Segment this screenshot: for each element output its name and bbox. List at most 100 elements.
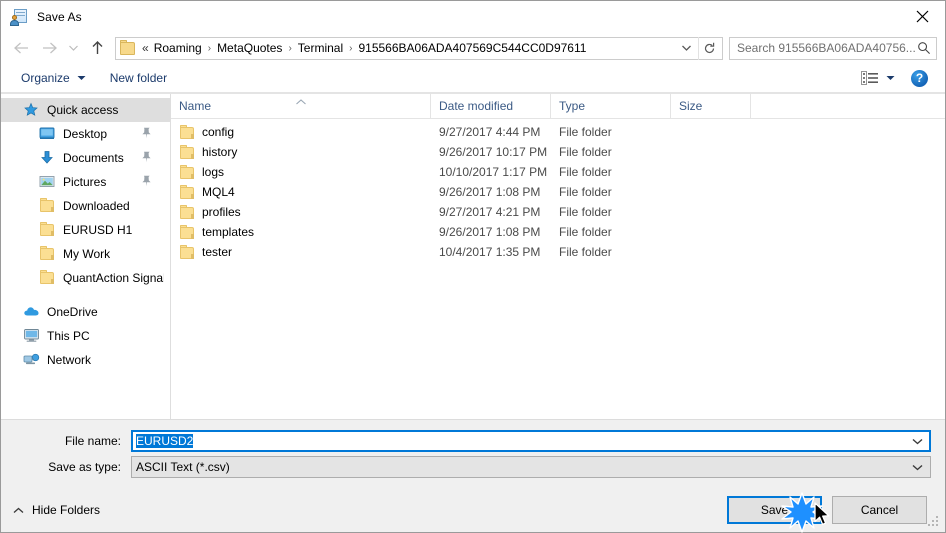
save-as-type-value: ASCII Text (*.csv) [136, 460, 230, 474]
cell-name: logs [171, 164, 431, 180]
column-header-label: Name [179, 99, 212, 113]
sidebar-item-quick-access[interactable]: Quick access [1, 98, 170, 122]
table-row[interactable]: tester 10/4/2017 1:35 PM File folder [171, 242, 945, 262]
pin-icon[interactable] [141, 127, 152, 142]
save-as-dialog: Save As « Roaming › MetaQuotes › Termina… [0, 0, 946, 533]
view-options-icon [861, 71, 878, 85]
table-row[interactable]: history 9/26/2017 10:17 PM File folder [171, 142, 945, 162]
cell-date: 10/4/2017 1:35 PM [439, 245, 541, 259]
sidebar-label: OneDrive [47, 305, 98, 319]
file-name-input[interactable]: EURUSD2 [131, 430, 931, 452]
sidebar-item-onedrive[interactable]: OneDrive [1, 300, 170, 324]
sidebar-label: Desktop [63, 127, 108, 141]
breadcrumb-item-2[interactable]: Terminal [295, 39, 346, 58]
column-header-type[interactable]: Type [551, 94, 671, 118]
table-row[interactable]: templates 9/26/2017 1:08 PM File folder [171, 222, 945, 242]
file-name: MQL4 [202, 185, 235, 199]
cell-type: File folder [559, 245, 612, 259]
organize-button[interactable]: Organize [15, 68, 92, 88]
cell-date: 9/27/2017 4:44 PM [439, 125, 541, 139]
sidebar-item-downloaded[interactable]: Downloaded [1, 194, 170, 218]
folder-icon [39, 246, 56, 262]
table-row[interactable]: logs 10/10/2017 1:17 PM File folder [171, 162, 945, 182]
this-pc-icon [23, 328, 40, 344]
cell-date: 9/26/2017 1:08 PM [439, 185, 541, 199]
file-name: config [202, 125, 235, 139]
file-name: tester [202, 245, 233, 259]
breadcrumb-item-3[interactable]: 915566BA06ADA407569C544CC0D97611 [355, 39, 589, 58]
recent-locations-chevron-icon[interactable] [63, 35, 83, 61]
cell-date: 9/26/2017 1:08 PM [439, 225, 541, 239]
close-button[interactable] [899, 1, 945, 32]
column-header-date-modified[interactable]: Date modified [431, 94, 551, 118]
refresh-icon[interactable] [698, 36, 720, 60]
sidebar-label: QuantAction Signal [63, 271, 164, 285]
sidebar-item-my-work[interactable]: My Work [1, 242, 170, 266]
forward-arrow-icon[interactable] [35, 35, 63, 61]
hide-folders-label: Hide Folders [32, 503, 101, 517]
cancel-button[interactable]: Cancel [832, 496, 927, 524]
documents-icon [39, 150, 56, 166]
cell-date: 9/27/2017 4:21 PM [439, 205, 541, 219]
table-row[interactable]: profiles 9/27/2017 4:21 PM File folder [171, 202, 945, 222]
save-button[interactable]: Save [727, 496, 822, 524]
organize-label: Organize [21, 71, 70, 85]
folder-icon [179, 164, 195, 180]
navigation-bar: « Roaming › MetaQuotes › Terminal › 9155… [1, 32, 945, 64]
back-arrow-icon[interactable] [7, 35, 35, 61]
column-header-label: Type [559, 99, 586, 113]
search-input[interactable]: Search 915566BA06ADA40756... [729, 36, 937, 60]
pin-icon[interactable] [141, 175, 152, 190]
table-row[interactable]: config 9/27/2017 4:44 PM File folder [171, 122, 945, 142]
resize-grip[interactable] [928, 516, 941, 529]
save-as-icon [10, 8, 29, 26]
table-row[interactable]: MQL4 9/26/2017 1:08 PM File folder [171, 182, 945, 202]
network-icon [23, 352, 40, 368]
sidebar-label: Pictures [63, 175, 107, 189]
column-header-label: Size [679, 99, 703, 113]
file-name-row: File name: EURUSD2 [15, 430, 931, 452]
address-bar[interactable]: « Roaming › MetaQuotes › Terminal › 9155… [115, 36, 723, 60]
save-as-type-label: Save as type: [48, 460, 121, 474]
file-name-value: EURUSD2 [136, 434, 194, 448]
chevron-down-icon[interactable] [906, 464, 928, 471]
chevron-down-icon[interactable] [906, 438, 928, 445]
new-folder-button[interactable]: New folder [104, 68, 173, 88]
save-as-type-select[interactable]: ASCII Text (*.csv) [131, 456, 931, 478]
dialog-footer: Hide Folders Save Cancel [1, 488, 945, 532]
folder-icon [179, 124, 195, 140]
breadcrumb-overflow[interactable]: « [140, 39, 151, 58]
column-header-size[interactable]: Size [671, 94, 751, 118]
sidebar-item-desktop[interactable]: Desktop [1, 122, 170, 146]
sidebar-item-quantaction-signal[interactable]: QuantAction Signal [1, 266, 170, 290]
sidebar-item-this-pc[interactable]: This PC [1, 324, 170, 348]
address-dropdown-icon[interactable] [677, 44, 698, 52]
sidebar-item-eurusd-h1[interactable]: EURUSD H1 [1, 218, 170, 242]
file-rows: config 9/27/2017 4:44 PM File folder his… [171, 119, 945, 419]
sidebar-item-documents[interactable]: Documents [1, 146, 170, 170]
save-as-type-row: Save as type: ASCII Text (*.csv) [15, 456, 931, 478]
breadcrumb-item-0[interactable]: Roaming [151, 39, 205, 58]
help-button[interactable]: ? [911, 69, 928, 87]
folder-icon [179, 184, 195, 200]
breadcrumb-separator: › [349, 42, 353, 54]
sidebar-label: Documents [63, 151, 124, 165]
column-header-name[interactable]: Name [171, 94, 431, 118]
up-arrow-icon[interactable] [83, 35, 111, 61]
cell-type: File folder [559, 225, 612, 239]
folder-icon [179, 144, 195, 160]
view-options-button[interactable] [857, 68, 899, 88]
sidebar-item-network[interactable]: Network [1, 348, 170, 372]
cell-name: history [171, 144, 431, 160]
hide-folders-toggle[interactable]: Hide Folders [13, 503, 100, 517]
folder-icon [120, 39, 136, 55]
chevron-down-icon [77, 75, 86, 81]
pin-icon[interactable] [141, 151, 152, 166]
cell-name: templates [171, 224, 431, 240]
sidebar-label: Network [47, 353, 92, 367]
cell-type: File folder [559, 185, 612, 199]
sidebar-item-pictures[interactable]: Pictures [1, 170, 170, 194]
breadcrumb-item-1[interactable]: MetaQuotes [214, 39, 285, 58]
cell-type: File folder [559, 125, 612, 139]
sidebar-label: Downloaded [63, 199, 130, 213]
